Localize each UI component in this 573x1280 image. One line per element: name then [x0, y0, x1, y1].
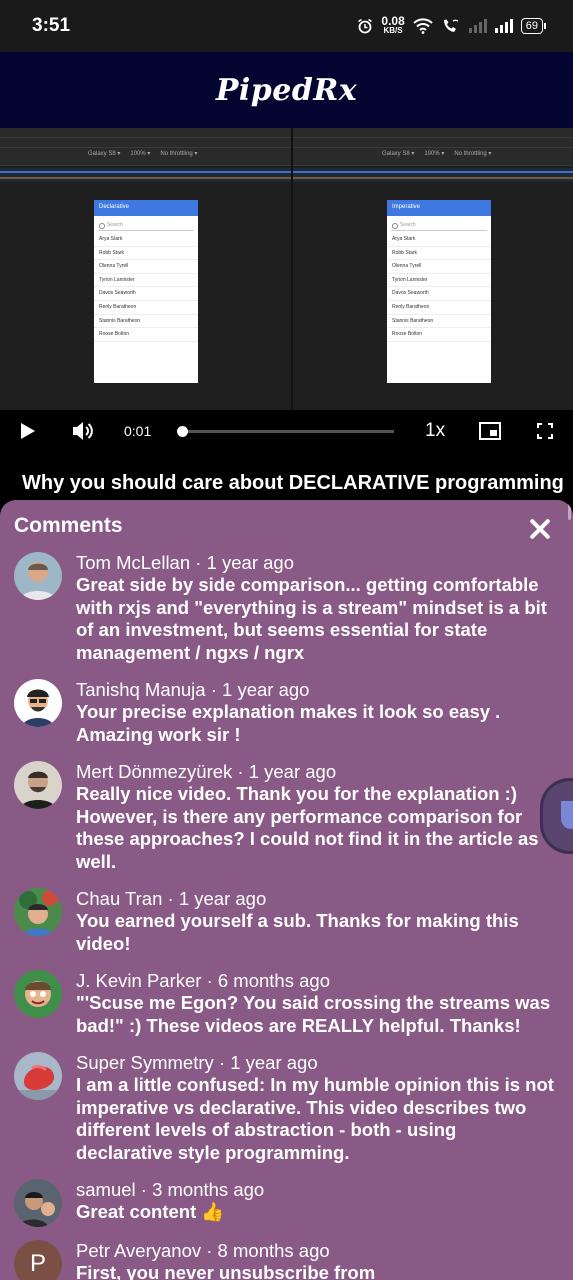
app-logo: PipedRx [215, 72, 358, 108]
avatar-image [14, 888, 62, 936]
comment-text: I am a little confused: In my humble opi… [76, 1074, 554, 1164]
status-bar: 3:51 0.08 KB/S 69 [0, 0, 573, 52]
alarm-icon [358, 18, 373, 34]
panel-list-item: Stannis Baratheon [94, 315, 198, 329]
volume-button[interactable] [71, 410, 95, 452]
signal-icon-sim1 [468, 19, 487, 33]
avatar[interactable] [14, 552, 62, 600]
picture-in-picture-button[interactable] [479, 410, 501, 452]
avatar[interactable] [14, 1052, 62, 1100]
panel-list-item: Olenna Tyrell [94, 260, 198, 274]
video-frame-timeline [0, 168, 573, 182]
avatar[interactable] [14, 970, 62, 1018]
panel-list-item: Tyrion Lannister [387, 274, 491, 288]
status-icons: 0.08 KB/S 69 [357, 14, 547, 36]
panel-list: Arya Stark Robb Stark Olenna Tyrell Tyrion … [94, 233, 198, 342]
panel-list: Arya Stark Robb Stark Olenna Tyrell Tyrion … [387, 233, 491, 342]
avatar[interactable] [14, 761, 62, 809]
panel-list-item: Robb Stark [94, 247, 198, 261]
avatar[interactable]: P [14, 1240, 62, 1280]
avatar-image [14, 552, 62, 600]
comment-text: Your precise explanation makes it look s… [76, 701, 501, 745]
avatar[interactable] [14, 679, 62, 727]
avatar-image [14, 1052, 62, 1100]
video-frame-device-toolbar-left: Galaxy S8 ▾ 100% ▾ No throttling ▾ [88, 151, 198, 157]
avatar[interactable] [14, 1179, 62, 1227]
seek-bar-handle[interactable] [177, 426, 189, 437]
avatar-image [14, 679, 62, 727]
panel-list-item: Olenna Tyrell [387, 260, 491, 274]
video-frame-divider [291, 128, 293, 410]
signal-icon-sim2 [494, 19, 513, 33]
panel-list-item: Robb Stark [387, 247, 491, 261]
fullscreen-button[interactable] [537, 410, 553, 452]
seek-bar[interactable] [177, 426, 394, 437]
video-frame-panel-imperative: Imperative Search Arya Stark Robb Stark Ol… [387, 200, 491, 383]
panel-list-item: Davos Seaworth [387, 287, 491, 301]
panel-title: Declarative [94, 200, 198, 216]
comment-author-meta: Chau Tran · 1 year ago [76, 888, 267, 909]
panel-list-item: Tyrion Lannister [94, 274, 198, 288]
play-icon [21, 423, 35, 439]
player-controls: 0:01 1x [0, 410, 573, 452]
network-speed: 0.08 KB/S [381, 14, 405, 36]
panel-list-item: Renly Baratheon [94, 301, 198, 315]
comment-author-meta: Super Symmetry · 1 year ago [76, 1052, 318, 1073]
panel-list-item: Roose Bolton [94, 328, 198, 342]
wifi-icon [413, 18, 433, 34]
video-frame-device-toolbar-right: Galaxy S8 ▾ 100% ▾ No throttling ▾ [382, 151, 492, 157]
picture-in-picture-icon [479, 422, 501, 440]
comment-text: Great content 👍 [76, 1201, 225, 1222]
current-time: 0:01 [124, 423, 152, 439]
panel-list-item: Arya Stark [94, 233, 198, 247]
wifi-call-icon [443, 19, 459, 32]
panel-list-item: Stannis Baratheon [387, 315, 491, 329]
comment-author-meta: J. Kevin Parker · 6 months ago [76, 970, 330, 991]
panel-list-item: Arya Stark [387, 233, 491, 247]
close-comments-button[interactable] [528, 517, 552, 541]
avatar-image [14, 1179, 62, 1227]
avatar-letter: P [29, 1250, 46, 1277]
comment-text: "'Scuse me Egon? You said crossing the s… [76, 992, 551, 1036]
video-player[interactable]: Galaxy S8 ▾ 100% ▾ No throttling ▾ Galaxy … [0, 128, 573, 410]
video-frame-browser-chrome [0, 128, 573, 166]
comment-author-meta: Tanishq Manuja · 1 year ago [76, 679, 310, 700]
fullscreen-icon [537, 423, 553, 439]
panel-search: Search [391, 220, 487, 231]
comment-author-meta: Petr Averyanov · 8 months ago [76, 1240, 330, 1261]
play-button[interactable] [20, 410, 36, 452]
video-frame-panel-declarative: Declarative Search Arya Stark Robb Stark O… [94, 200, 198, 383]
panel-list-item: Davos Seaworth [94, 287, 198, 301]
avatar-image [14, 761, 62, 809]
network-speed-unit: KB/S [383, 26, 403, 35]
comment-author-meta: Tom McLellan · 1 year ago [76, 552, 294, 573]
panel-search: Search [98, 220, 194, 231]
playback-rate: 1x [425, 420, 446, 441]
comment-text: First, you never unsubscribe from [76, 1262, 376, 1280]
avatar[interactable] [14, 888, 62, 936]
comment-text: Great side by side comparison... getting… [76, 574, 547, 664]
comments-scrollbar[interactable] [568, 500, 571, 520]
comment-text: You earned yourself a sub. Thanks for ma… [76, 910, 519, 954]
status-time: 3:51 [32, 15, 71, 36]
panel-list-item: Roose Bolton [387, 328, 491, 342]
comment-author-meta: Mert Dönmezyürek · 1 year ago [76, 761, 337, 782]
playback-rate-button[interactable]: 1x [425, 410, 445, 452]
comments-heading: Comments [14, 514, 123, 537]
comment-text: Really nice video. Thank you for the exp… [76, 783, 539, 873]
panel-title: Imperative [387, 200, 491, 216]
comment-author-meta: samuel · 3 months ago [76, 1179, 265, 1200]
comments-panel: Comments Tom McLellan · 1 year ago Great… [0, 500, 573, 1280]
app-header: PipedRx [0, 52, 573, 128]
volume-icon [73, 422, 93, 440]
battery-level: 69 [525, 20, 538, 32]
network-speed-value: 0.08 [381, 14, 405, 28]
avatar-image [14, 970, 62, 1018]
battery-icon: 69 [520, 18, 547, 34]
panel-list-item: Renly Baratheon [387, 301, 491, 315]
